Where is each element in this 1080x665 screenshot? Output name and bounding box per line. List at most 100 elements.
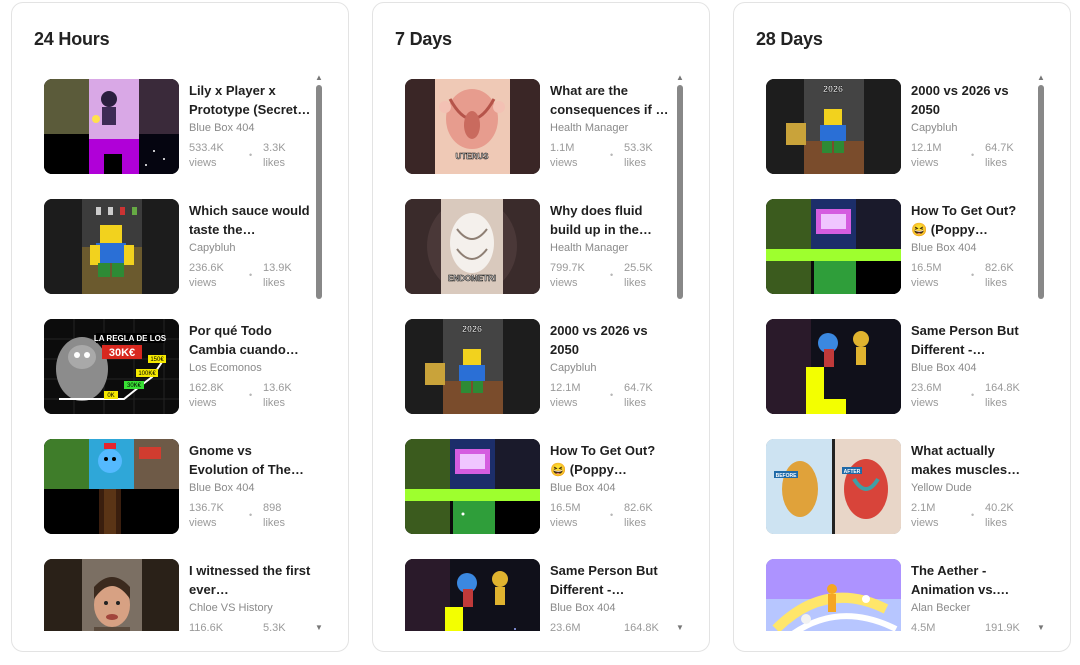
- scroll-up-arrow-icon[interactable]: ▲: [1036, 73, 1046, 83]
- video-title[interactable]: How To Get Out? 😆 (Poppy…: [550, 441, 672, 479]
- video-item[interactable]: Lily x Player x Prototype (Secret… Blue …: [44, 67, 312, 179]
- scroll-down-arrow-icon[interactable]: ▼: [314, 623, 324, 633]
- channel-name[interactable]: Blue Box 404: [550, 482, 672, 498]
- channel-name[interactable]: Blue Box 404: [911, 362, 1033, 378]
- likes-count: 82.6K likes: [624, 502, 653, 529]
- video-item[interactable]: UTERUS What are the consequences if … He…: [405, 67, 673, 179]
- video-title[interactable]: 2000 vs 2026 vs 2050: [911, 81, 1033, 119]
- video-stats: 16.5M views • 82.6K likes: [550, 501, 672, 531]
- video-thumbnail[interactable]: ENDOMETRI: [405, 199, 540, 294]
- video-item[interactable]: Gnome vs Evolution of The… Blue Box 404 …: [44, 427, 312, 539]
- scroll-thumb[interactable]: [677, 85, 683, 299]
- video-item[interactable]: How To Get Out? 😆 (Poppy… Blue Box 404 1…: [766, 187, 1034, 299]
- likes-count: 164.8Klikes: [985, 382, 1020, 409]
- channel-name[interactable]: Chloe VS History: [189, 602, 311, 618]
- video-item[interactable]: ENDOMETRI Why does fluid build up in the…: [405, 187, 673, 299]
- video-title[interactable]: Why does fluid build up in the…: [550, 201, 672, 239]
- panel-24-hours: 24 Hours Lily x Player x Prototype (Secr…: [11, 2, 349, 652]
- channel-name[interactable]: Capybluh: [911, 122, 1033, 138]
- video-title[interactable]: The Aether - Animation vs.…: [911, 561, 1033, 599]
- video-thumbnail[interactable]: [766, 559, 901, 631]
- channel-name[interactable]: Health Manager: [550, 242, 672, 258]
- video-title[interactable]: Which sauce would taste the…: [189, 201, 311, 239]
- video-thumbnail[interactable]: [44, 79, 179, 174]
- channel-name[interactable]: Capybluh: [189, 242, 311, 258]
- video-thumbnail[interactable]: BEFORE AFTER: [766, 439, 901, 534]
- video-list[interactable]: Lily x Player x Prototype (Secret… Blue …: [44, 67, 312, 631]
- video-item[interactable]: LA REGLA DE LOS 30K€ 150€ 100K€ 30K€ 0K …: [44, 307, 312, 419]
- panel-title: 24 Hours: [34, 29, 110, 49]
- scroll-thumb[interactable]: [1038, 85, 1044, 299]
- video-stats: 4.5Mviews • 191.9Klikes: [911, 621, 1033, 631]
- video-thumbnail[interactable]: [766, 319, 901, 414]
- video-list[interactable]: 2026 2000 vs 2026 vs 2050 Capybluh 12.1M…: [766, 67, 1034, 631]
- video-title[interactable]: What actually makes muscles…: [911, 441, 1033, 479]
- channel-name[interactable]: Yellow Dude: [911, 482, 1033, 498]
- scroll-down-arrow-icon[interactable]: ▼: [675, 623, 685, 633]
- video-thumbnail[interactable]: [44, 439, 179, 534]
- video-item[interactable]: BEFORE AFTER What actually makes muscles…: [766, 427, 1034, 539]
- video-item[interactable]: I witnessed the first ever… Chloe VS His…: [44, 547, 312, 631]
- video-item[interactable]: Same Person But Different -… Blue Box 40…: [405, 547, 673, 631]
- video-title[interactable]: Lily x Player x Prototype (Secret…: [189, 81, 311, 119]
- video-item[interactable]: 2026 2000 vs 2026 vs 2050 Capybluh 12.1M…: [405, 307, 673, 419]
- separator-dot: •: [610, 390, 614, 400]
- video-title[interactable]: Same Person But Different -…: [911, 321, 1033, 359]
- likes-count: 82.6K likes: [985, 262, 1014, 289]
- channel-name[interactable]: Alan Becker: [911, 602, 1033, 618]
- video-list[interactable]: UTERUS What are the consequences if … He…: [405, 67, 673, 631]
- channel-name[interactable]: Blue Box 404: [550, 602, 672, 618]
- scroll-track[interactable]: [677, 85, 683, 619]
- views-count: 4.5Mviews: [911, 622, 936, 631]
- video-thumbnail[interactable]: 2026: [766, 79, 901, 174]
- scroll-track[interactable]: [1038, 85, 1044, 619]
- video-stats: 2.1M views • 40.2K likes: [911, 501, 1033, 531]
- likes-count: 191.9Klikes: [985, 622, 1020, 631]
- video-title[interactable]: What are the consequences if …: [550, 81, 672, 119]
- video-thumbnail[interactable]: [44, 559, 179, 631]
- separator-dot: •: [249, 270, 253, 280]
- scroll-track[interactable]: [316, 85, 322, 619]
- video-title[interactable]: How To Get Out? 😆 (Poppy…: [911, 201, 1033, 239]
- video-title[interactable]: I witnessed the first ever…: [189, 561, 311, 599]
- scroll-up-arrow-icon[interactable]: ▲: [675, 73, 685, 83]
- likes-count: 64.7K likes: [985, 142, 1014, 169]
- channel-name[interactable]: Capybluh: [550, 362, 672, 378]
- scrollbar[interactable]: ▲ ▼: [314, 73, 324, 633]
- separator-dot: •: [610, 628, 613, 631]
- video-thumbnail[interactable]: LA REGLA DE LOS 30K€ 150€ 100K€ 30K€ 0K: [44, 319, 179, 414]
- video-thumbnail[interactable]: [405, 559, 540, 631]
- separator-dot: •: [249, 390, 253, 400]
- video-thumbnail[interactable]: 2026: [405, 319, 540, 414]
- video-thumbnail[interactable]: [766, 199, 901, 294]
- panel-7-days: 7 Days UTERUS What are the consequences …: [372, 2, 710, 652]
- channel-name[interactable]: Blue Box 404: [189, 122, 311, 138]
- scrollbar[interactable]: ▲ ▼: [675, 73, 685, 633]
- scrollbar[interactable]: ▲ ▼: [1036, 73, 1046, 633]
- channel-name[interactable]: Blue Box 404: [189, 482, 311, 498]
- video-title[interactable]: 2000 vs 2026 vs 2050: [550, 321, 672, 359]
- views-count: 1.1M views: [550, 142, 578, 169]
- channel-name[interactable]: Health Manager: [550, 122, 672, 138]
- views-count: 16.5M views: [911, 262, 942, 289]
- separator-dot: •: [249, 150, 253, 160]
- scroll-up-arrow-icon[interactable]: ▲: [314, 73, 324, 83]
- scroll-thumb[interactable]: [316, 85, 322, 299]
- views-count: 116.6Kviews: [189, 622, 224, 631]
- channel-name[interactable]: Los Ecomonos: [189, 362, 311, 378]
- video-title[interactable]: Gnome vs Evolution of The…: [189, 441, 311, 479]
- video-thumbnail[interactable]: [405, 439, 540, 534]
- video-item[interactable]: The Aether - Animation vs.… Alan Becker …: [766, 547, 1034, 631]
- scroll-down-arrow-icon[interactable]: ▼: [1036, 623, 1046, 633]
- panel-title: 28 Days: [756, 29, 823, 49]
- video-thumbnail[interactable]: UTERUS: [405, 79, 540, 174]
- video-item[interactable]: Which sauce would taste the… Capybluh 23…: [44, 187, 312, 299]
- video-title[interactable]: Same Person But Different -…: [550, 561, 672, 599]
- video-item[interactable]: 2026 2000 vs 2026 vs 2050 Capybluh 12.1M…: [766, 67, 1034, 179]
- video-title[interactable]: Por qué Todo Cambia cuando…: [189, 321, 311, 359]
- likes-count: 898 likes: [263, 502, 286, 529]
- channel-name[interactable]: Blue Box 404: [911, 242, 1033, 258]
- video-item[interactable]: Same Person But Different -… Blue Box 40…: [766, 307, 1034, 419]
- video-item[interactable]: How To Get Out? 😆 (Poppy… Blue Box 404 1…: [405, 427, 673, 539]
- video-thumbnail[interactable]: [44, 199, 179, 294]
